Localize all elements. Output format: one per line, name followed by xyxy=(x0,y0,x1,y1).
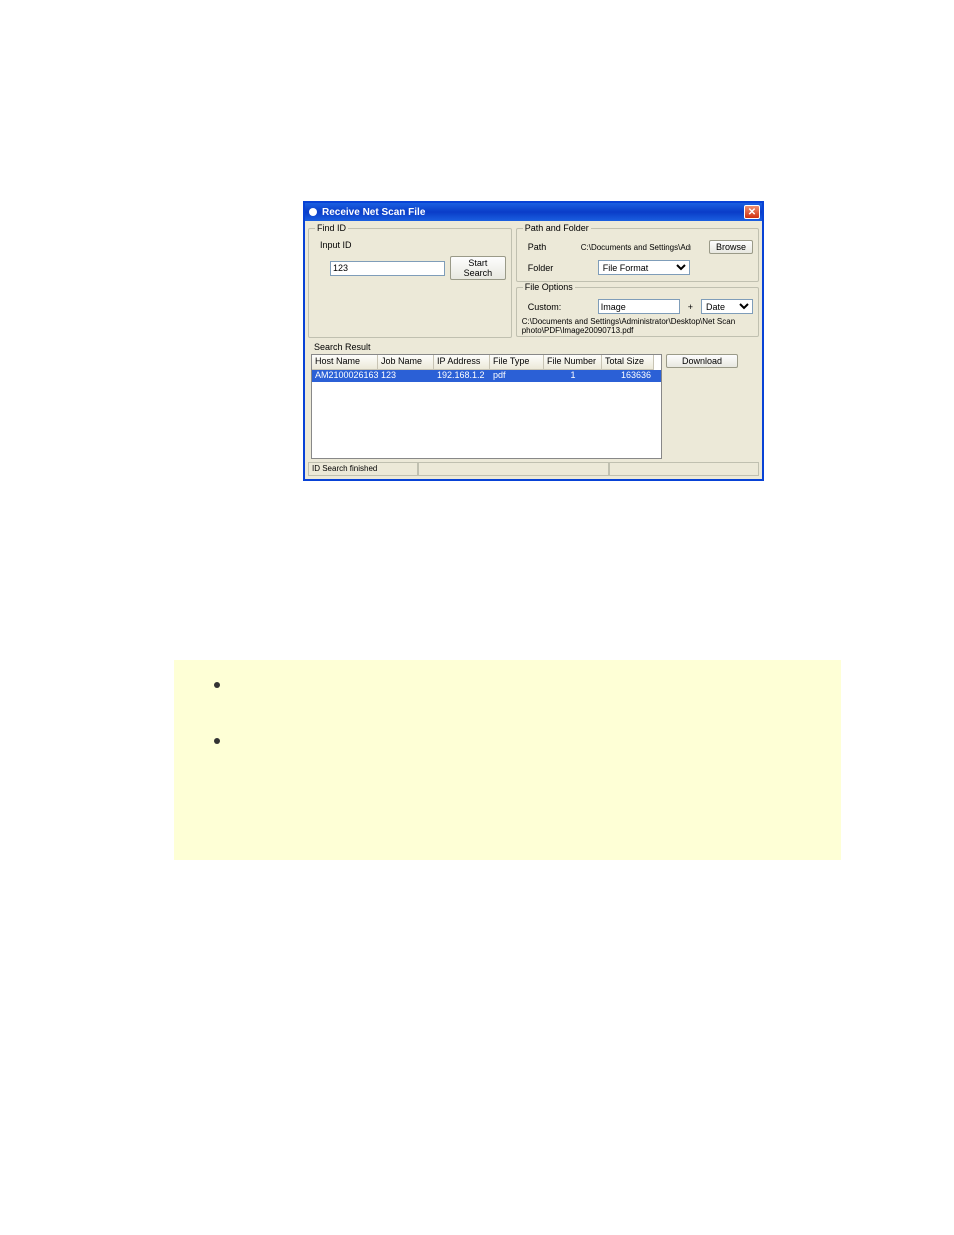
note-row-2 xyxy=(214,734,811,744)
th-totalsize[interactable]: Total Size xyxy=(602,355,654,370)
folder-select[interactable]: File Format xyxy=(598,260,690,275)
example-path: C:\Documents and Settings\Administrator\… xyxy=(522,317,753,335)
path-folder-group: Path and Folder Path C:\Documents and Se… xyxy=(516,228,759,282)
td-filetype: pdf xyxy=(490,370,544,382)
th-filetype[interactable]: File Type xyxy=(490,355,544,370)
status-text: ID Search finished xyxy=(308,463,418,476)
th-filenum[interactable]: File Number xyxy=(544,355,602,370)
path-folder-title: Path and Folder xyxy=(523,223,591,233)
find-id-title: Find ID xyxy=(315,223,348,233)
receive-net-scan-window: Receive Net Scan File ✕ Find ID Input ID… xyxy=(303,201,764,481)
download-column: Download xyxy=(666,354,756,459)
window-title: Receive Net Scan File xyxy=(322,207,425,218)
find-id-group: Find ID Input ID Start Search xyxy=(308,228,512,338)
th-ip[interactable]: IP Address xyxy=(434,355,490,370)
bullet-icon xyxy=(214,738,220,744)
app-icon xyxy=(309,208,317,216)
date-select[interactable]: Date xyxy=(701,299,753,314)
td-ip: 192.168.1.2 xyxy=(434,370,490,382)
browse-button[interactable]: Browse xyxy=(709,240,753,254)
td-jobname: 123 xyxy=(378,370,434,382)
custom-label: Custom: xyxy=(528,302,576,312)
th-hostname[interactable]: Host Name xyxy=(312,355,378,370)
table-header: Host Name Job Name IP Address File Type … xyxy=(312,355,661,370)
table-row[interactable]: AM2100026163 123 192.168.1.2 pdf 1 16363… xyxy=(312,370,661,382)
close-icon: ✕ xyxy=(748,207,756,218)
td-hostname: AM2100026163 xyxy=(312,370,378,382)
path-value: C:\Documents and Settings\Admi xyxy=(581,243,691,252)
titlebar[interactable]: Receive Net Scan File ✕ xyxy=(305,203,762,221)
status-cell-right xyxy=(609,463,759,476)
folder-label: Folder xyxy=(528,263,576,273)
plus-label: + xyxy=(688,302,693,312)
window-body: Find ID Input ID Start Search Path and F… xyxy=(305,221,762,479)
file-options-group: File Options Custom: + Date C:\Documents… xyxy=(516,287,759,337)
custom-field[interactable] xyxy=(598,299,680,314)
note-row-1 xyxy=(214,678,811,688)
status-cell-mid xyxy=(418,463,609,476)
note-box xyxy=(174,660,841,860)
path-label: Path xyxy=(528,242,576,252)
download-button[interactable]: Download xyxy=(666,354,738,368)
bullet-icon xyxy=(214,682,220,688)
result-table[interactable]: Host Name Job Name IP Address File Type … xyxy=(311,354,662,459)
titlebar-left: Receive Net Scan File xyxy=(309,207,425,218)
start-search-button[interactable]: Start Search xyxy=(450,256,506,280)
statusbar: ID Search finished xyxy=(308,462,759,476)
input-id-field[interactable] xyxy=(330,261,445,276)
close-button[interactable]: ✕ xyxy=(744,205,760,219)
td-filenum: 1 xyxy=(544,370,602,382)
th-jobname[interactable]: Job Name xyxy=(378,355,434,370)
search-result-label: Search Result xyxy=(314,342,759,352)
td-totalsize: 163636 xyxy=(602,370,654,382)
input-id-label: Input ID xyxy=(320,240,364,250)
file-options-title: File Options xyxy=(523,282,575,292)
